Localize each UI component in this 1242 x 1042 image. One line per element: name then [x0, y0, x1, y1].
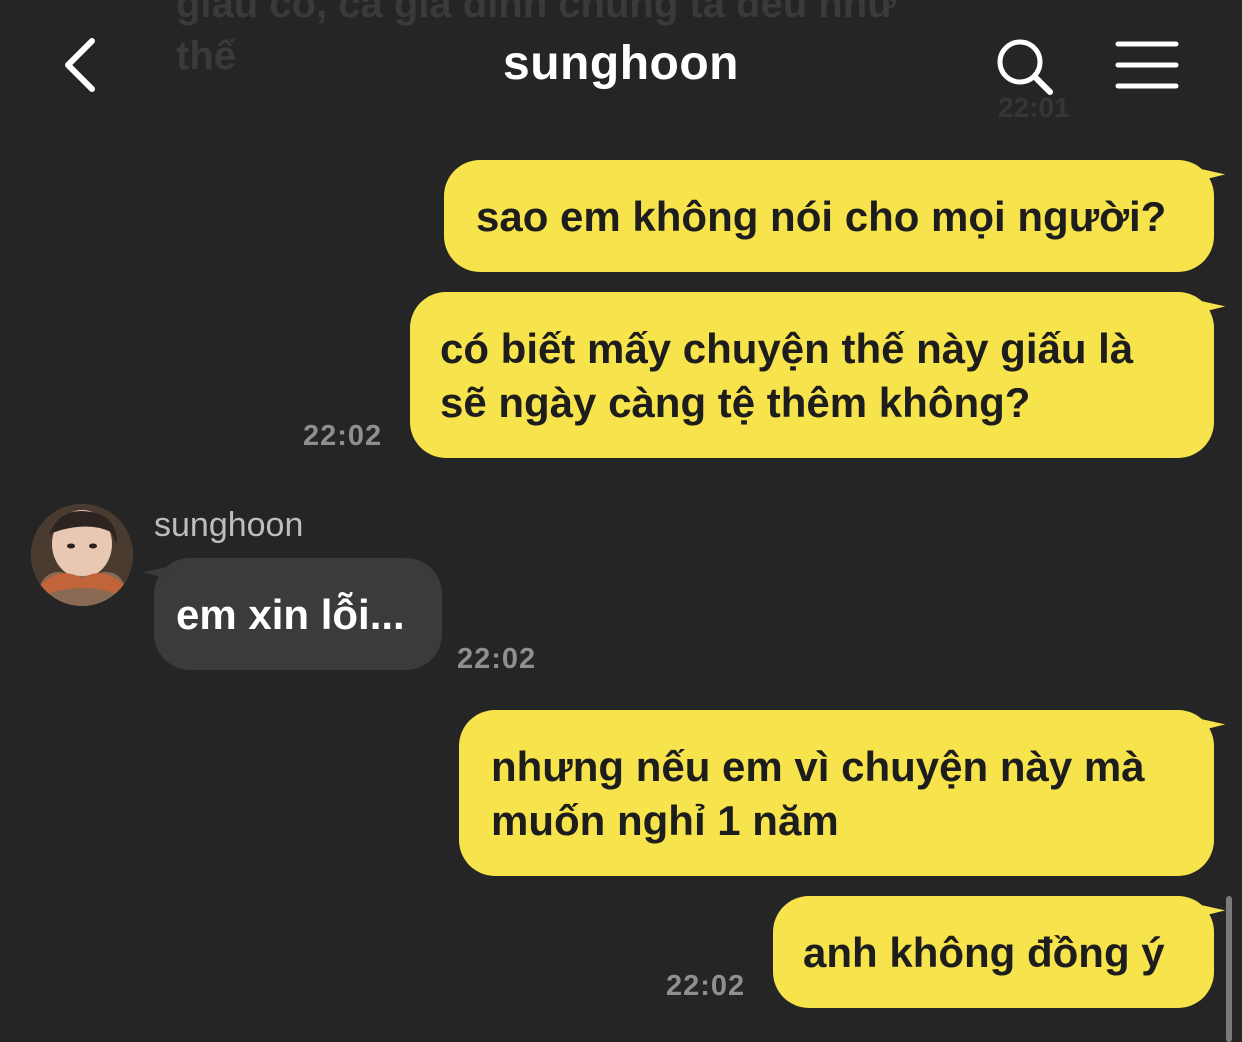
avatar[interactable] — [31, 504, 133, 606]
avatar-photo-icon — [31, 504, 133, 606]
message-text: em xin lỗi... — [176, 591, 405, 638]
message-text: sao em không nói cho mọi người? — [476, 193, 1167, 240]
chat-screen: giấu có, cả gia đình chúng ta đều như th… — [0, 0, 1242, 1042]
message-timestamp: 22:02 — [303, 420, 383, 452]
message-timestamp: 22:02 — [457, 643, 537, 675]
menu-button[interactable] — [1110, 34, 1184, 98]
scrollbar[interactable] — [1226, 896, 1232, 1042]
received-message-bubble[interactable]: em xin lỗi... — [154, 558, 442, 670]
message-text: anh không đồng ý — [803, 929, 1165, 976]
sender-name: sunghoon — [154, 506, 304, 544]
message-text-line: có biết mấy chuyện thế này giấu là — [440, 325, 1134, 372]
sent-message-bubble[interactable]: có biết mấy chuyện thế này giấu là sẽ ng… — [410, 292, 1214, 458]
chat-header: sunghoon — [0, 0, 1242, 135]
search-button[interactable] — [990, 32, 1060, 102]
sent-message-bubble[interactable]: anh không đồng ý — [773, 896, 1214, 1008]
message-timestamp: 22:02 — [666, 970, 746, 1002]
sent-message-bubble[interactable]: nhưng nếu em vì chuyện này mà muốn nghỉ … — [459, 710, 1214, 876]
search-icon — [997, 39, 1053, 95]
message-text-line: sẽ ngày càng tệ thêm không? — [440, 379, 1031, 426]
message-text-line: muốn nghỉ 1 năm — [491, 797, 839, 844]
sent-message-bubble[interactable]: sao em không nói cho mọi người? — [444, 160, 1214, 272]
message-text-line: nhưng nếu em vì chuyện này mà — [491, 743, 1145, 790]
hamburger-menu-icon — [1115, 41, 1179, 89]
